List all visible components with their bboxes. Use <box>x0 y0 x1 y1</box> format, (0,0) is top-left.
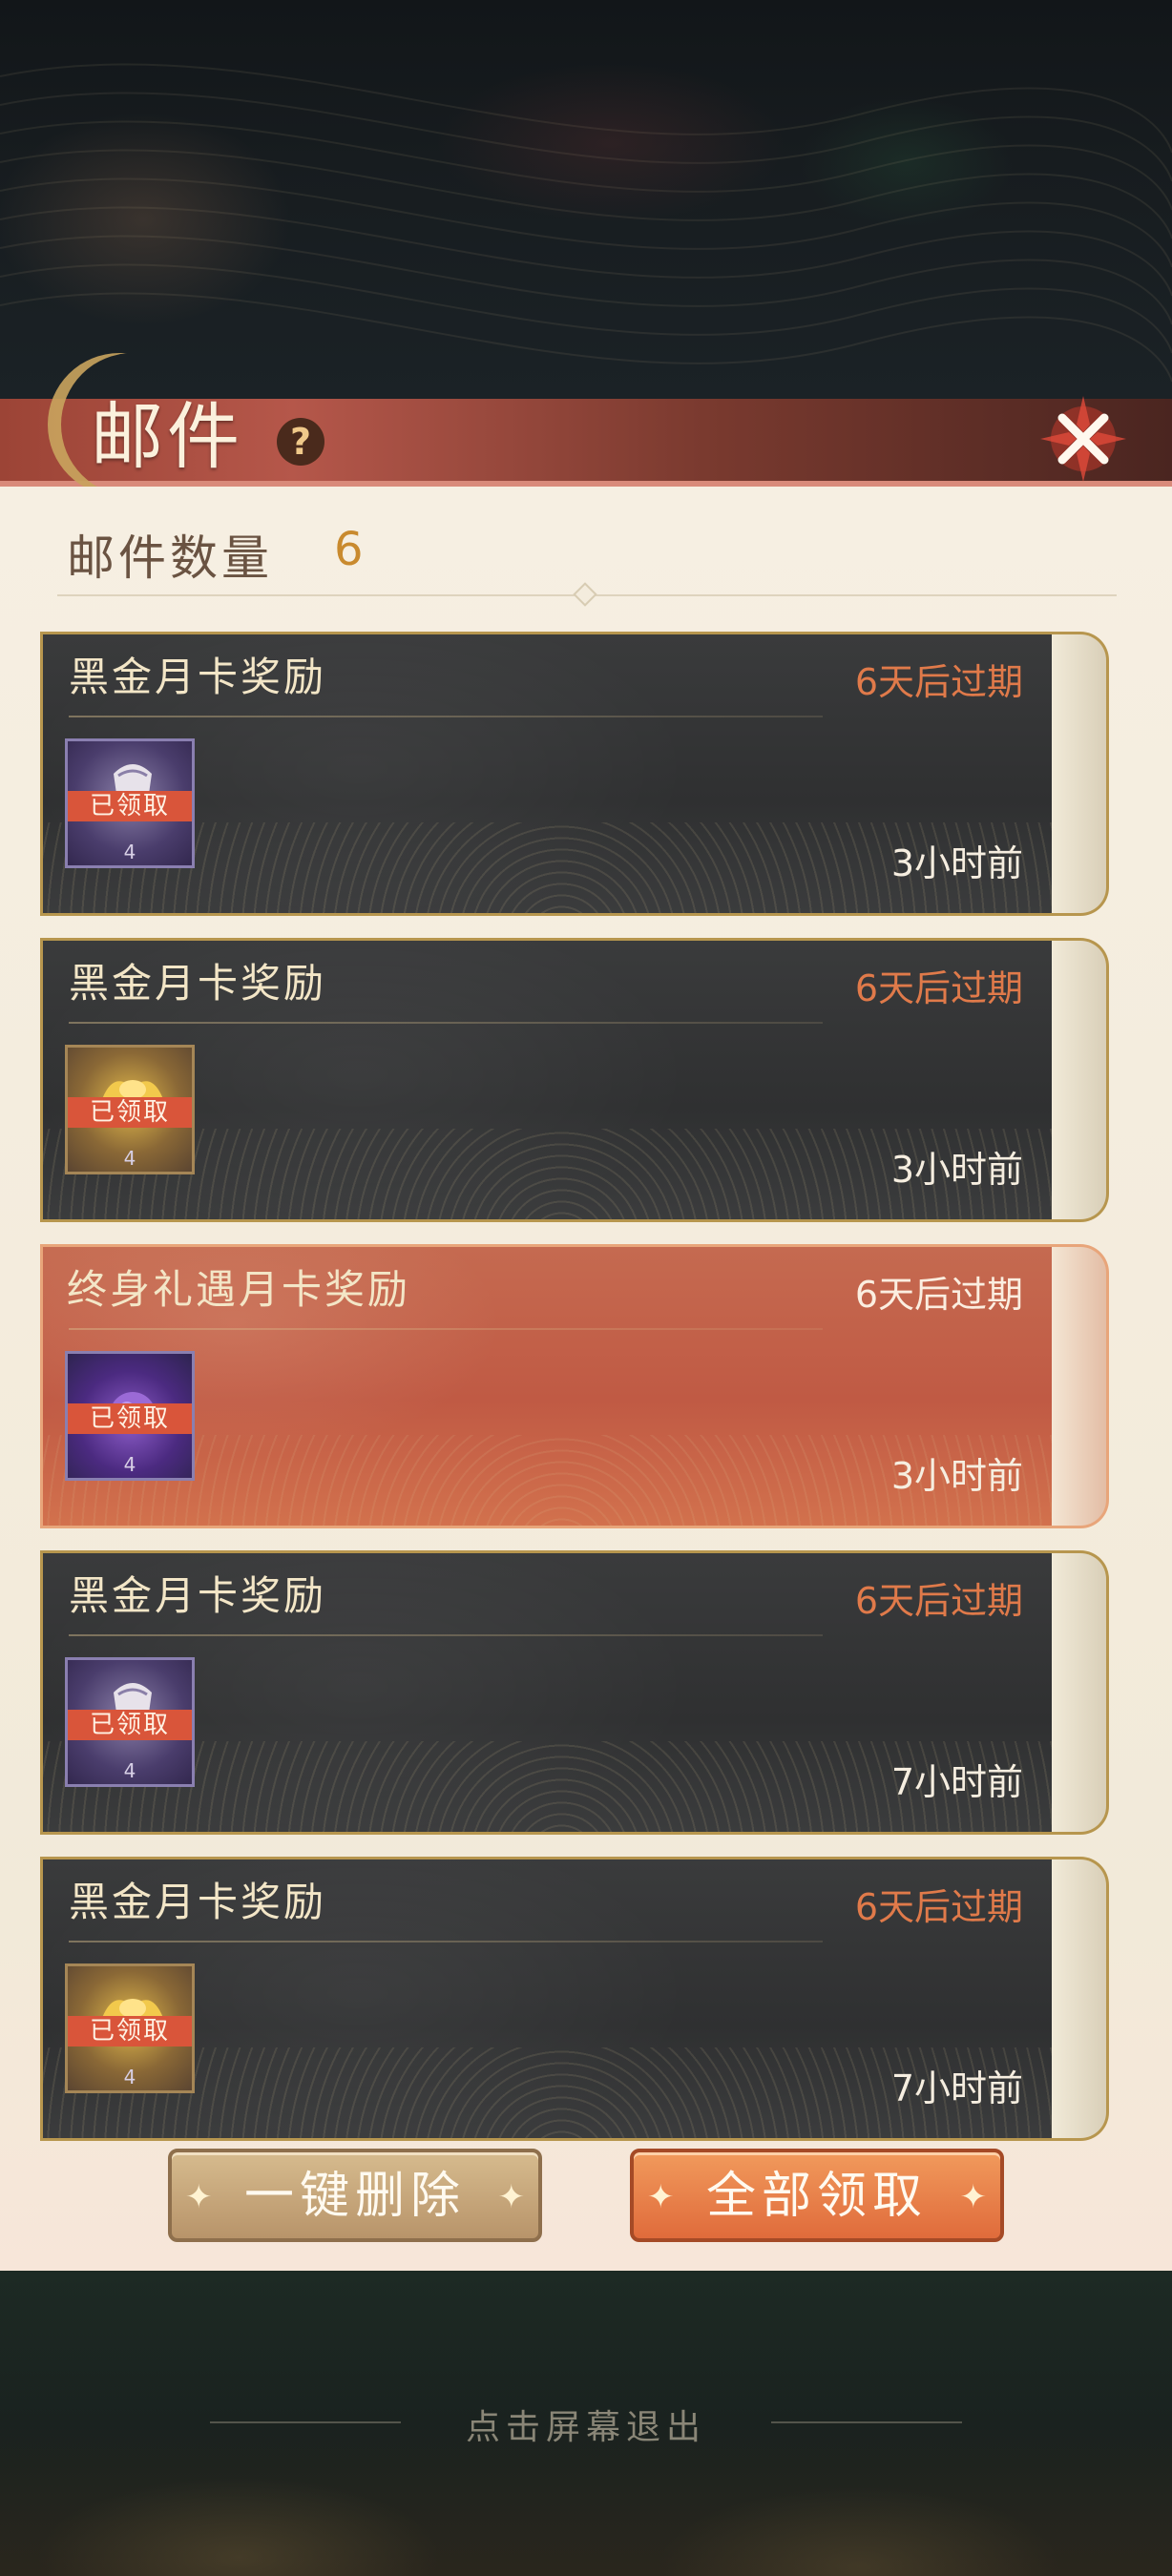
mail-expire: 6天后过期 <box>854 1274 1023 1316</box>
reward-quantity: 4 <box>123 2066 136 2088</box>
wave-pattern <box>0 63 1172 383</box>
mail-expire: 6天后过期 <box>854 1580 1023 1622</box>
mail-item[interactable]: 黑金月卡奖励 6天后过期 已领取 4 3小时前 <box>40 632 1109 916</box>
exit-hint[interactable]: 点击屏幕退出 <box>0 2399 1172 2449</box>
mail-count-value: 6 <box>334 523 364 576</box>
claim-all-label: 全部领取 <box>705 2168 928 2225</box>
mail-flap <box>1052 1244 1109 1528</box>
sparkle-icon: ✦ <box>959 2178 988 2216</box>
mail-expire: 6天后过期 <box>854 967 1023 1009</box>
title-underline <box>69 1328 823 1330</box>
mail-item[interactable]: 黑金月卡奖励 6天后过期 已领取 4 3小时前 <box>40 938 1109 1222</box>
mail-time: 7小时前 <box>890 1761 1023 1803</box>
mail-time: 7小时前 <box>890 2067 1023 2109</box>
close-icon <box>1040 396 1126 482</box>
page-title: 邮件 <box>91 394 243 479</box>
mail-title: 黑金月卡奖励 <box>69 1879 327 1925</box>
mail-expire: 6天后过期 <box>854 1886 1023 1928</box>
title-underline <box>69 1022 823 1024</box>
title-underline <box>69 1634 823 1636</box>
mail-item[interactable]: 黑金月卡奖励 6天后过期 已领取 4 7小时前 <box>40 1857 1109 2141</box>
reward-item[interactable]: 已领取 4 <box>65 1351 195 1481</box>
delete-all-button[interactable]: ✦ 一键删除 ✦ <box>168 2149 542 2242</box>
reward-item[interactable]: 已领取 4 <box>65 1045 195 1174</box>
claim-all-button[interactable]: ✦ 全部领取 ✦ <box>630 2149 1004 2242</box>
mail-time: 3小时前 <box>890 1455 1023 1497</box>
sparkle-icon: ✦ <box>185 2178 213 2216</box>
background-top <box>0 0 1172 401</box>
mail-flap <box>1052 938 1109 1222</box>
title-underline <box>69 1941 823 1942</box>
mail-item[interactable]: 黑金月卡奖励 6天后过期 已领取 4 7小时前 <box>40 1550 1109 1835</box>
mail-flap <box>1052 1550 1109 1835</box>
mail-time: 3小时前 <box>890 842 1023 884</box>
title-underline <box>69 716 823 717</box>
close-button[interactable] <box>1031 386 1136 491</box>
claimed-badge: 已领取 <box>68 791 192 821</box>
sparkle-icon: ✦ <box>647 2178 675 2216</box>
mail-flap <box>1052 1857 1109 2141</box>
claimed-badge: 已领取 <box>68 1097 192 1128</box>
claimed-badge: 已领取 <box>68 1710 192 1740</box>
sparkle-icon: ✦ <box>497 2178 526 2216</box>
reward-item[interactable]: 已领取 4 <box>65 738 195 868</box>
mail-flap <box>1052 632 1109 916</box>
mail-expire: 6天后过期 <box>854 661 1023 703</box>
reward-item[interactable]: 已领取 4 <box>65 1657 195 1787</box>
delete-all-label: 一键删除 <box>243 2168 466 2225</box>
reward-item[interactable]: 已领取 4 <box>65 1963 195 2093</box>
mail-title: 终身礼遇月卡奖励 <box>67 1266 411 1313</box>
reward-quantity: 4 <box>123 1147 136 1170</box>
claimed-badge: 已领取 <box>68 1403 192 1434</box>
reward-quantity: 4 <box>123 1453 136 1476</box>
mail-item[interactable]: 终身礼遇月卡奖励 6天后过期 已领取 4 3小时前 <box>40 1244 1109 1528</box>
mail-count-label: 邮件数量 <box>67 530 273 586</box>
claimed-badge: 已领取 <box>68 2016 192 2046</box>
reward-quantity: 4 <box>123 1759 136 1782</box>
mail-title: 黑金月卡奖励 <box>69 1572 327 1619</box>
mail-title: 黑金月卡奖励 <box>69 654 327 700</box>
mail-title: 黑金月卡奖励 <box>69 960 327 1007</box>
reward-quantity: 4 <box>123 841 136 863</box>
mail-time: 3小时前 <box>890 1149 1023 1191</box>
help-icon[interactable]: ? <box>277 418 324 466</box>
